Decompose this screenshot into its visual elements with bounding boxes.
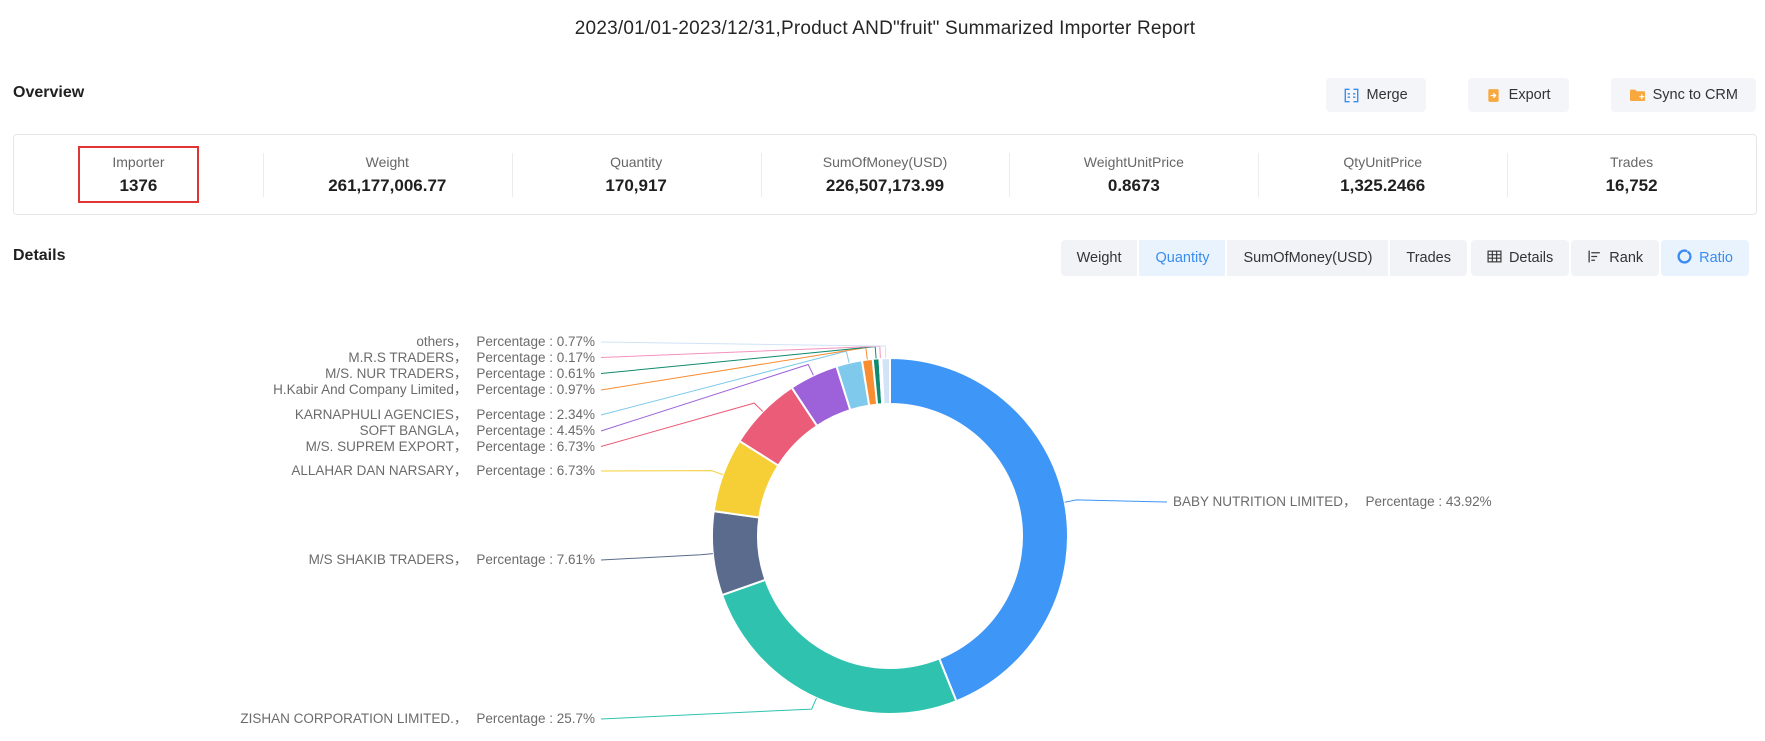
leader-line-m-s-shakib-traders [601, 554, 713, 560]
leader-line-allahar-dan-narsary [601, 471, 723, 475]
pie-slice-baby-nutrition-limited[interactable] [890, 358, 1068, 701]
importer-report-page: 2023/01/01-2023/12/31,Product AND"fruit"… [0, 0, 1765, 741]
pie-slice-zishan-corporation-limited[interactable] [722, 580, 956, 714]
leader-line-zishan-corporation-limited [601, 698, 817, 719]
leader-line-m-s-suprem-export [601, 403, 763, 446]
donut-chart-svg [0, 0, 1765, 741]
pie-slice-m-s-shakib-traders[interactable] [712, 511, 765, 595]
leader-line-baby-nutrition-limited [1065, 500, 1167, 502]
pie-slice-others[interactable] [881, 358, 890, 404]
